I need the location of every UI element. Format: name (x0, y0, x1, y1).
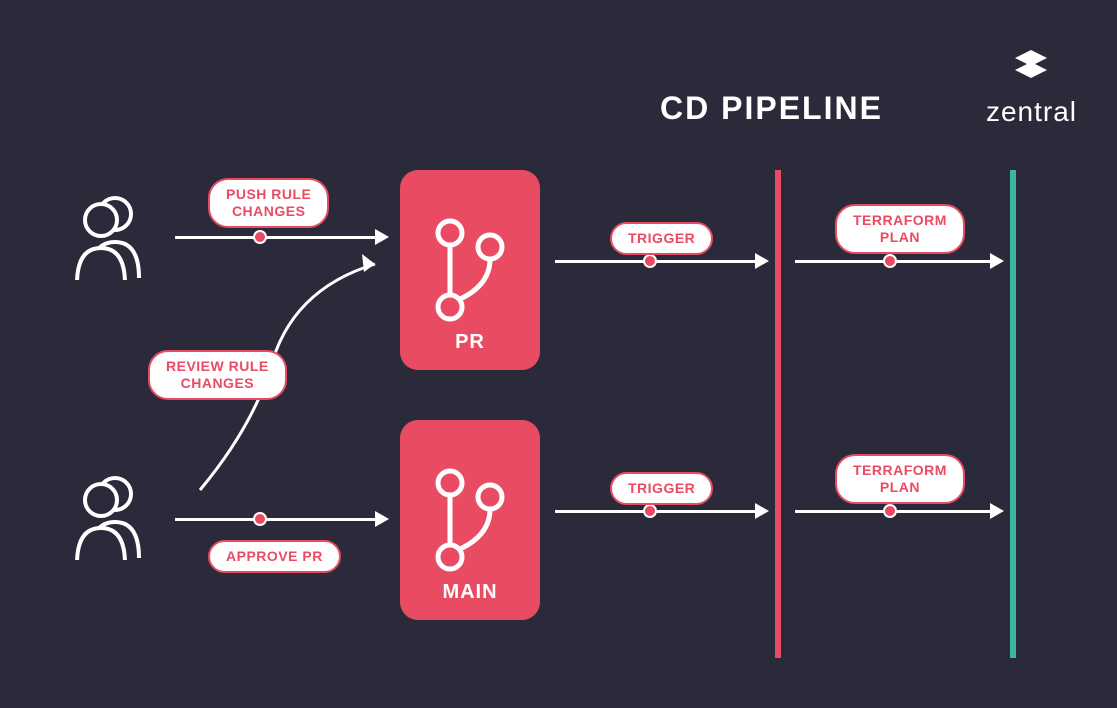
users-icon-bottom (65, 470, 150, 560)
stage-divider-teal (1010, 170, 1016, 658)
arrow-head (755, 253, 769, 269)
flow-dot (883, 254, 897, 268)
arrow-head (755, 503, 769, 519)
label-tfplan-1: TERRAFORM PLAN (835, 204, 965, 254)
git-pr-card: PR (400, 170, 540, 370)
label-approve: APPROVE PR (208, 540, 341, 573)
diagram-canvas: CD PIPELINE zentral (0, 0, 1117, 708)
git-branch-icon (430, 215, 510, 325)
flow-dot (883, 504, 897, 518)
git-branch-icon (430, 465, 510, 575)
label-tfplan-2: TERRAFORM PLAN (835, 454, 965, 504)
flow-dot (643, 254, 657, 268)
brand-logo: zentral (986, 50, 1077, 128)
label-trigger-1: TRIGGER (610, 222, 713, 255)
git-pr-label: PR (455, 331, 485, 354)
label-push: PUSH RULE CHANGES (208, 178, 329, 228)
page-title: CD PIPELINE (660, 90, 883, 127)
stage-divider-red (775, 170, 781, 658)
arrow-head (990, 253, 1004, 269)
zentral-logo-icon (1007, 50, 1055, 90)
brand-name: zentral (986, 96, 1077, 128)
arrow-push (175, 236, 375, 239)
label-trigger-2: TRIGGER (610, 472, 713, 505)
flow-dot (253, 230, 267, 244)
arrow-head (375, 229, 389, 245)
git-main-card: MAIN (400, 420, 540, 620)
git-main-label: MAIN (442, 581, 497, 604)
users-icon-top (65, 190, 150, 280)
label-review: REVIEW RULE CHANGES (148, 350, 287, 400)
flow-dot (643, 504, 657, 518)
arrow-head (990, 503, 1004, 519)
